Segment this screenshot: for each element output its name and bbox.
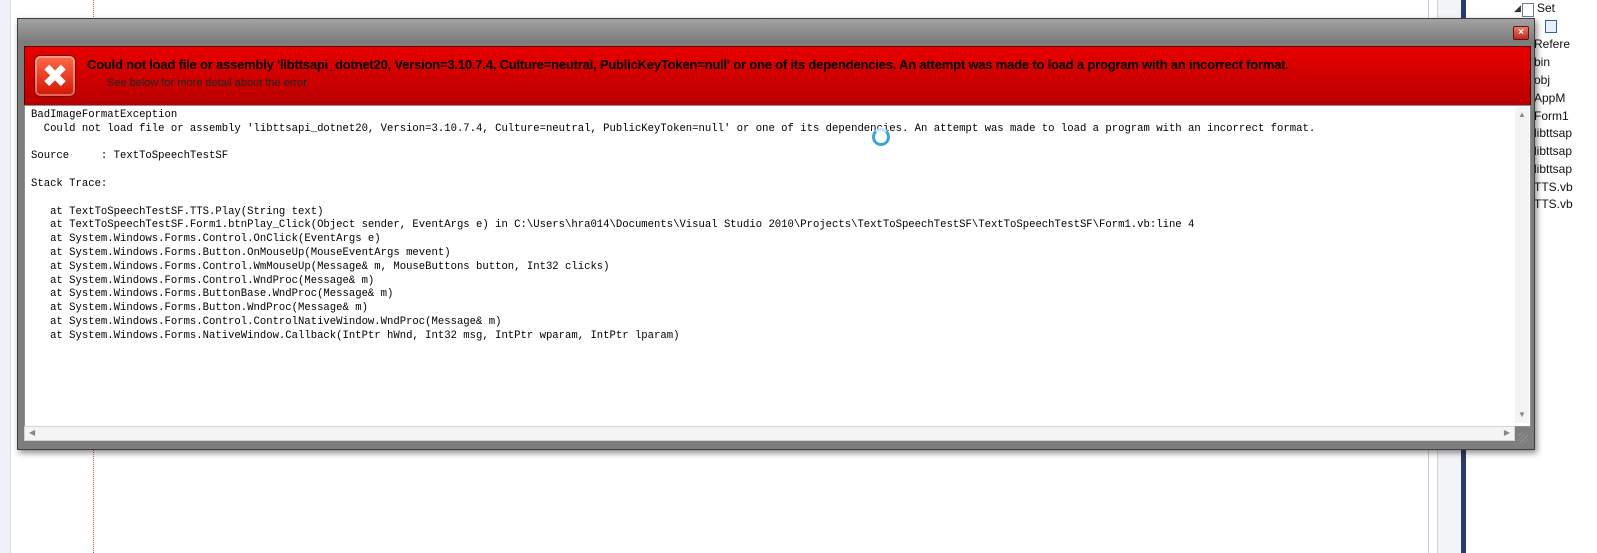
error-icon: ✖ (34, 55, 76, 97)
solution-item-libttsapi-3[interactable]: libttsap (1534, 162, 1572, 176)
solution-item-appmanifest[interactable]: AppM (1534, 91, 1565, 105)
solution-item-libttsapi-1[interactable]: libttsap (1534, 126, 1572, 140)
solution-item-bin[interactable]: bin (1534, 55, 1550, 69)
error-title: Could not load file or assembly 'libttsa… (87, 57, 1289, 72)
horizontal-scrollbar[interactable]: ◀ ▶ (24, 426, 1515, 441)
solution-item-settings[interactable]: Set (1537, 1, 1555, 15)
scroll-left-icon[interactable]: ◀ (29, 428, 35, 437)
close-icon[interactable]: × (1513, 26, 1529, 40)
resize-grip-icon[interactable] (1518, 433, 1528, 443)
solution-item-form1[interactable]: Form1 (1534, 109, 1569, 123)
error-dialog: × ✖ Could not load file or assembly 'lib… (17, 18, 1535, 450)
expand-arrow-icon[interactable]: ◢ (1514, 3, 1521, 14)
error-subtitle: See below for more detail about the erro… (107, 77, 310, 89)
editor-left-margin (0, 0, 11, 553)
error-detail-textbox[interactable]: BadImageFormatException Could not load f… (24, 105, 1531, 427)
vertical-scrollbar[interactable]: ▲ ▼ (1515, 107, 1529, 423)
dialog-titlebar[interactable]: × (18, 19, 1534, 43)
scroll-right-icon[interactable]: ▶ (1504, 428, 1510, 437)
file-icon (1545, 20, 1557, 33)
scroll-up-icon[interactable]: ▲ (1518, 110, 1526, 119)
solution-item-tts-vb-2[interactable]: TTS.vb (1534, 197, 1573, 211)
scroll-down-icon[interactable]: ▼ (1518, 410, 1526, 419)
error-detail-text[interactable]: BadImageFormatException Could not load f… (31, 109, 1315, 344)
error-header: ✖ Could not load file or assembly 'libtt… (24, 46, 1531, 106)
file-icon (1522, 3, 1534, 17)
solution-item-tts-vb-1[interactable]: TTS.vb (1534, 180, 1573, 194)
solution-item-obj[interactable]: obj (1534, 73, 1550, 87)
solution-item-libttsapi-2[interactable]: libttsap (1534, 144, 1572, 158)
busy-cursor-icon (872, 128, 890, 146)
solution-item-references[interactable]: Refere (1534, 37, 1570, 51)
